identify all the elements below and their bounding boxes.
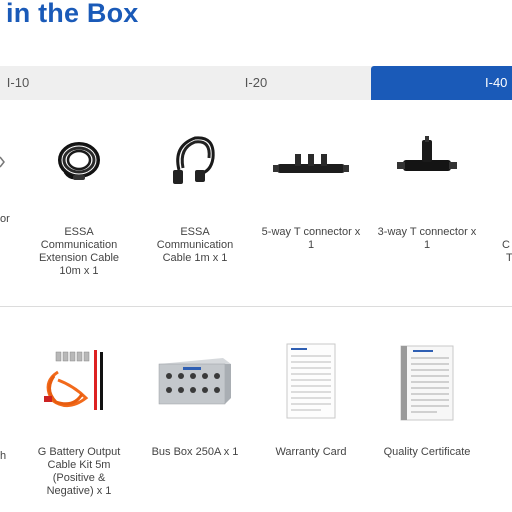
partial-product-icon (0, 156, 5, 168)
caption-line: (Positive & (52, 472, 106, 484)
tab-i-40-label: I-40 (485, 75, 508, 90)
product-caption: Warranty Card (246, 446, 376, 459)
row-divider (0, 306, 512, 307)
product-caption: ESSA Communication Cable 1m x 1 (130, 226, 260, 265)
partial-caption-row1: or (0, 213, 10, 225)
partial-caption-row2: h (0, 450, 7, 462)
caption-line: Warranty Card (275, 446, 347, 458)
page-title: in the Box (6, 0, 139, 28)
tab-i-20[interactable]: I-20 (186, 66, 326, 100)
caption-line: Cable 1m x 1 (162, 252, 228, 264)
caption-line: Quality Certificate (383, 446, 471, 458)
product-caption: G Battery Output Cable Kit 5m (Positive … (14, 446, 144, 498)
caption-line: Negative) x 1 (46, 485, 112, 497)
caption-line: 3-way T connector x (377, 226, 477, 238)
caption-line: ESSA (180, 226, 210, 238)
caption-line: 1 (307, 239, 315, 251)
battery-cable-kit-icon (24, 342, 134, 418)
three-way-connector-icon (372, 126, 482, 206)
product-caption: Bus Box 250A x 1 (130, 446, 260, 459)
tab-i-10[interactable]: I-10 (0, 66, 36, 100)
caption-line: ESSA (64, 226, 94, 238)
caption-line: Communication (40, 239, 118, 251)
product-caption: 3-way T connector x 1 (362, 226, 492, 252)
product-caption: Quality Certificate (362, 446, 492, 459)
coiled-cable-icon (24, 126, 134, 206)
bus-box-icon (140, 342, 250, 418)
caption-line: G Battery Output (37, 446, 121, 458)
caption-line: Bus Box 250A x 1 (151, 446, 239, 458)
partial-caption-line: T (506, 252, 512, 264)
caption-line: Communication (156, 239, 234, 251)
warranty-card-icon (256, 342, 366, 422)
product-caption: 5-way T connector x 1 (246, 226, 376, 252)
caption-line: Extension Cable (38, 252, 120, 264)
caption-line: Cable Kit 5m (47, 459, 111, 471)
model-tab-bar: I-10 I-20 I-40 (0, 66, 512, 100)
coiled-cable-short-icon (140, 126, 250, 206)
five-way-connector-icon (256, 126, 366, 206)
caption-line: 5-way T connector x (261, 226, 361, 238)
caption-line: 1 (423, 239, 431, 251)
tab-i-40[interactable]: I-40 (371, 66, 512, 100)
quality-certificate-icon (372, 342, 482, 422)
product-caption: ESSA Communication Extension Cable 10m x… (14, 226, 144, 278)
caption-line: 10m x 1 (59, 265, 99, 277)
partial-caption-line: C (502, 239, 510, 251)
